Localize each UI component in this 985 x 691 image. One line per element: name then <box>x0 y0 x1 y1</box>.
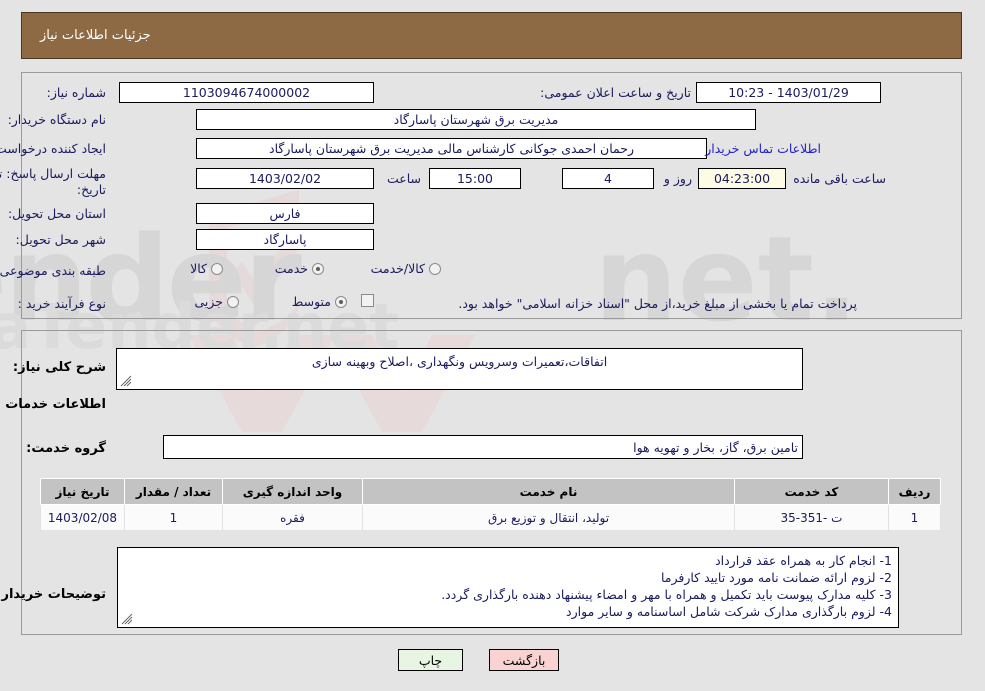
buyer-contact-link[interactable]: اطلاعات تماس خریدار <box>706 141 822 156</box>
print-button[interactable]: چاپ <box>399 649 464 671</box>
announce-value: 1403/01/29 - 10:23 <box>697 82 882 103</box>
need-number-label: شماره نیاز: <box>47 85 107 100</box>
deadline-days: 4 <box>563 168 655 189</box>
buyer-note-line-0: 1- انجام کار به همراه عقد قرارداد <box>716 553 893 568</box>
city-label: شهر محل تحویل: <box>16 232 107 247</box>
category-label: طبقه بندی موضوعی: <box>0 263 107 278</box>
category-option-label-0: کالا <box>191 261 208 276</box>
cell-unit: فقره <box>223 504 364 531</box>
deadline-days-label: روز و <box>664 171 693 186</box>
buyer-org-value: مدیریت برق شهرستان پاسارگاد <box>197 109 757 130</box>
deadline-hour: 15:00 <box>430 168 522 189</box>
radio-circle-jozei[interactable] <box>228 295 240 308</box>
treasury-checkbox[interactable] <box>362 294 375 307</box>
page-root: AriaTender .net AriaTender.net جزئیات اط… <box>0 0 985 691</box>
requester-label: ایجاد کننده درخواست: <box>0 141 107 156</box>
deadline-date: 1403/02/02 <box>197 168 375 189</box>
deadline-remaining: 04:23:00 <box>699 168 787 189</box>
requester-value: رحمان احمدی جوکانی کارشناس مالی مدیریت ب… <box>197 138 708 159</box>
buyer-org-label: نام دستگاه خریدار: <box>8 112 107 127</box>
buyer-note-line-2: 3- کلیه مدارک پیوست باید تکمیل و همراه ب… <box>442 587 893 602</box>
category-option-label-1: خدمت <box>275 261 309 276</box>
province-label: استان محل تحویل: <box>8 206 107 221</box>
resize-handle-icon-notes[interactable] <box>122 613 134 625</box>
services-heading: اطلاعات خدمات مورد نیاز <box>0 397 107 412</box>
back-button[interactable]: بازگشت <box>490 649 560 671</box>
province-value: فارس <box>197 203 375 224</box>
radio-circle-motevaset[interactable] <box>336 295 348 308</box>
cell-service-code: ت -351-35 <box>735 504 890 531</box>
col-need-date: تاریخ نیاز <box>41 478 126 505</box>
cell-need-date: 1403/02/08 <box>41 504 126 531</box>
deadline-label-line2: تاریخ: <box>77 182 107 197</box>
treasury-note-text: پرداخت تمام یا بخشی از مبلغ خرید،از محل … <box>459 296 858 311</box>
cell-service-name: تولید، انتقال و توزیع برق <box>363 504 736 531</box>
buyer-note-line-3: 4- لزوم بارگذاری مدارک شرکت شامل اساسنام… <box>567 604 893 619</box>
announce-label: تاریخ و ساعت اعلان عمومی: <box>541 85 692 100</box>
deadline-hour-label: ساعت <box>387 171 422 186</box>
radio-circle-kala-khedmat[interactable] <box>430 262 442 275</box>
city-value: پاسارگاد <box>197 229 375 250</box>
col-quantity: تعداد / مقدار <box>125 478 224 505</box>
category-radio-kala-khedmat[interactable]: کالا/خدمت <box>372 261 442 276</box>
col-row-no: ردیف <box>889 478 942 505</box>
buyer-note-line-1: 2- لزوم ارائه ضمانت نامه مورد تایید کارف… <box>661 570 893 585</box>
service-group-label: گروه خدمت: <box>27 441 107 456</box>
radio-circle-kala[interactable] <box>212 262 224 275</box>
page-header: جزئیات اطلاعات نیاز <box>22 12 963 59</box>
category-radio-kala[interactable]: کالا <box>191 261 224 276</box>
table-row: 1 ت -351-35 تولید، انتقال و توزیع برق فق… <box>41 504 942 531</box>
page-title: جزئیات اطلاعات نیاز <box>41 28 152 43</box>
resize-handle-icon[interactable] <box>121 375 133 387</box>
need-number-value: 1103094674000002 <box>120 82 375 103</box>
category-option-label-2: کالا/خدمت <box>371 261 426 276</box>
services-table: ردیف کد خدمت نام خدمت واحد اندازه گیری ت… <box>41 478 942 531</box>
general-desc-textarea[interactable]: اتفاقات،تعمیرات وسرویس ونگهداری ،اصلاح و… <box>117 348 804 390</box>
general-desc-value: اتفاقات،تعمیرات وسرویس ونگهداری ،اصلاح و… <box>312 354 609 369</box>
service-group-value: تامین برق، گاز، بخار و تهویه هوا <box>164 435 804 459</box>
cell-row-no: 1 <box>889 504 942 531</box>
buyer-notes-label: توضیحات خریدار: <box>0 587 107 602</box>
purchase-type-label: نوع فرآیند خرید : <box>18 296 107 311</box>
table-header-row: ردیف کد خدمت نام خدمت واحد اندازه گیری ت… <box>41 478 942 505</box>
purchase-option-label-0: جزیی <box>195 294 224 309</box>
category-radio-khedmat[interactable]: خدمت <box>276 261 325 276</box>
general-desc-label: شرح کلی نیاز: <box>13 360 107 375</box>
purchase-type-radio-motevaset[interactable]: متوسط <box>293 294 348 309</box>
deadline-label-line1: مهلت ارسال پاسخ: تا <box>0 166 107 181</box>
col-service-name: نام خدمت <box>363 478 736 505</box>
col-unit: واحد اندازه گیری <box>223 478 364 505</box>
radio-circle-khedmat[interactable] <box>313 262 325 275</box>
purchase-type-radio-jozei[interactable]: جزیی <box>195 294 240 309</box>
buyer-notes-textarea[interactable]: 1- انجام کار به همراه عقد قرارداد 2- لزو… <box>118 547 900 628</box>
purchase-option-label-1: متوسط <box>292 294 332 309</box>
col-service-code: کد خدمت <box>735 478 890 505</box>
cell-quantity: 1 <box>125 504 224 531</box>
deadline-remaining-label: ساعت باقی مانده <box>794 171 887 186</box>
